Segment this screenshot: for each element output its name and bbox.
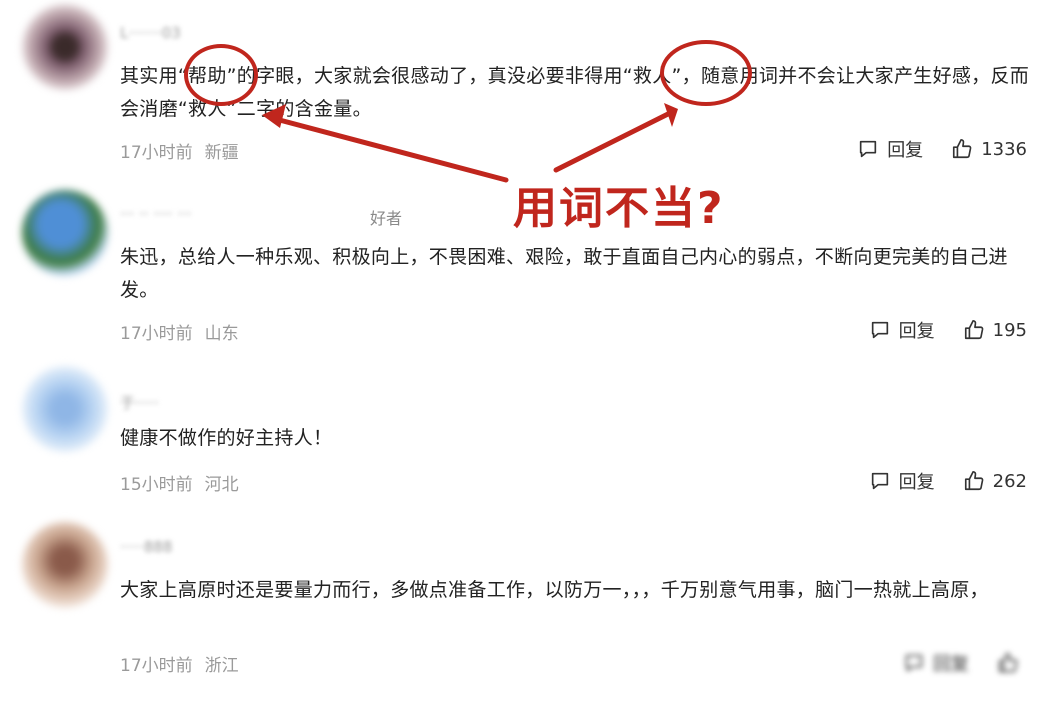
highlight-circle-bangzhu [184, 44, 258, 106]
timestamp: 17小时前 [120, 324, 193, 344]
timestamp: 17小时前 [120, 656, 193, 676]
timestamp: 15小时前 [120, 475, 193, 495]
location: 河北 [204, 475, 239, 495]
reply-label: 回复 [933, 654, 969, 675]
user-tag: 好者 [370, 209, 403, 228]
thumbs-up-icon [953, 139, 972, 159]
like-count: 1336 [981, 138, 1027, 160]
avatar[interactable] [22, 4, 108, 90]
like-button[interactable]: 262 [963, 470, 1027, 492]
reply-button[interactable]: 回复 [869, 317, 935, 343]
avatar[interactable] [22, 190, 108, 276]
username[interactable]: ·····888 [120, 538, 172, 556]
reply-button[interactable]: 回复 [857, 136, 923, 162]
like-button[interactable]: 195 [963, 319, 1027, 341]
reply-label: 回复 [898, 321, 935, 342]
like-button[interactable] [997, 652, 1027, 674]
like-count: 262 [992, 470, 1027, 492]
arrow-left [269, 115, 509, 183]
reply-label: 回复 [887, 140, 924, 161]
thumbs-up-icon [964, 471, 984, 491]
reply-icon [871, 321, 888, 339]
reply-icon [860, 140, 877, 158]
highlight-circle-jiuren [660, 40, 752, 106]
comment-text: 朱迅，总给人一种乐观、积极向上，不畏困难、艰险，敢于直面自己内心的弱点，不断向更… [120, 246, 1008, 301]
comment-text: 大家上高原时还是要量力而行，多做点准备工作，以防万一，，，千万别意气用事，脑门一… [120, 579, 989, 601]
comment-meta: 17小时前 山东 [120, 319, 239, 344]
thumbs-up-icon [998, 653, 1018, 673]
reply-button[interactable]: 回复 [869, 468, 935, 494]
reply-icon [871, 472, 888, 490]
location: 新疆 [204, 143, 239, 163]
comment-actions: 回复 195 [869, 317, 1027, 343]
like-count: 195 [992, 319, 1027, 341]
comment-meta: 17小时前 浙江 [120, 651, 239, 676]
avatar[interactable] [22, 522, 108, 608]
comment-actions: 回复 [903, 650, 1027, 676]
location: 浙江 [204, 656, 239, 676]
comment-actions: 回复 262 [869, 468, 1027, 494]
comment-actions: 回复 1336 [857, 136, 1027, 162]
comment-meta: 15小时前 河北 [120, 470, 239, 495]
timestamp: 17小时前 [120, 143, 193, 163]
like-button[interactable]: 1336 [951, 138, 1027, 160]
username[interactable]: 于····· [120, 392, 159, 413]
annotation-label: 用词不当? [513, 183, 725, 234]
location: 山东 [204, 324, 239, 344]
username[interactable]: ··· ·· ···· ··· [120, 205, 192, 223]
username[interactable]: L·······03 [120, 24, 181, 42]
reply-icon [905, 654, 923, 672]
reply-label: 回复 [898, 472, 935, 493]
comment-meta: 17小时前 新疆 [120, 138, 239, 163]
thumbs-up-icon [964, 320, 984, 340]
comment-text: 健康不做作的好主持人！ [120, 427, 333, 449]
reply-button[interactable]: 回复 [903, 650, 969, 676]
avatar[interactable] [22, 366, 108, 452]
